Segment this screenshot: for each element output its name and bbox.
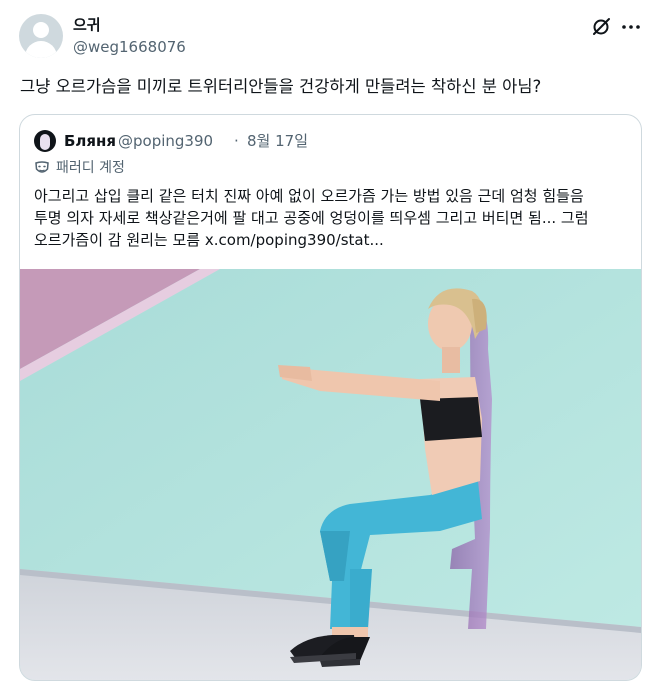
avatar-default-head bbox=[33, 22, 49, 38]
avatar[interactable] bbox=[19, 14, 63, 58]
quoted-handle[interactable]: @poping390 bbox=[118, 131, 213, 151]
parody-mask-icon bbox=[34, 160, 50, 176]
author-display-name[interactable]: 으귀 bbox=[73, 15, 101, 35]
quoted-avatar-face bbox=[40, 134, 50, 150]
quoted-text-line: 오르가즘이 감 원리는 모름 x.com/poping390/stat... bbox=[34, 231, 384, 249]
quoted-avatar[interactable] bbox=[34, 130, 56, 152]
quoted-text-line: 아그리고 삽입 클리 같은 터치 진짜 아예 없이 오르가즘 가는 방법 있음 … bbox=[34, 187, 584, 205]
tweet-text: 그냥 오르가슴을 미끼로 트위터리안들을 건강하게 만들려는 착하신 분 아님? bbox=[20, 77, 542, 96]
quoted-date[interactable]: 8월 17일 bbox=[247, 131, 308, 151]
quoted-photo[interactable] bbox=[20, 269, 641, 680]
grok-icon[interactable] bbox=[590, 16, 612, 38]
author-handle[interactable]: @weg1668076 bbox=[73, 37, 186, 57]
tweet: 으귀 @weg1668076 그냥 오르가슴을 미끼로 트위터리안들을 건강하게… bbox=[0, 0, 658, 686]
quoted-display-name[interactable]: Бляня bbox=[64, 131, 116, 151]
quoted-tweet[interactable]: Бляня @poping390 · 8월 17일 패러디 계정 아그리고 삽입… bbox=[19, 114, 642, 681]
quoted-text: 아그리고 삽입 클리 같은 터치 진짜 아예 없이 오르가즘 가는 방법 있음 … bbox=[34, 185, 634, 251]
more-options-icon[interactable] bbox=[620, 16, 642, 38]
avatar-default-body bbox=[25, 41, 57, 58]
quoted-text-line: 투명 의자 자세로 책상같은거에 팔 대고 공중에 엉덩이를 띄우셈 그리고 버… bbox=[34, 209, 589, 227]
quoted-separator: · bbox=[234, 132, 239, 150]
parody-account-label: 패러디 계정 bbox=[56, 160, 125, 176]
